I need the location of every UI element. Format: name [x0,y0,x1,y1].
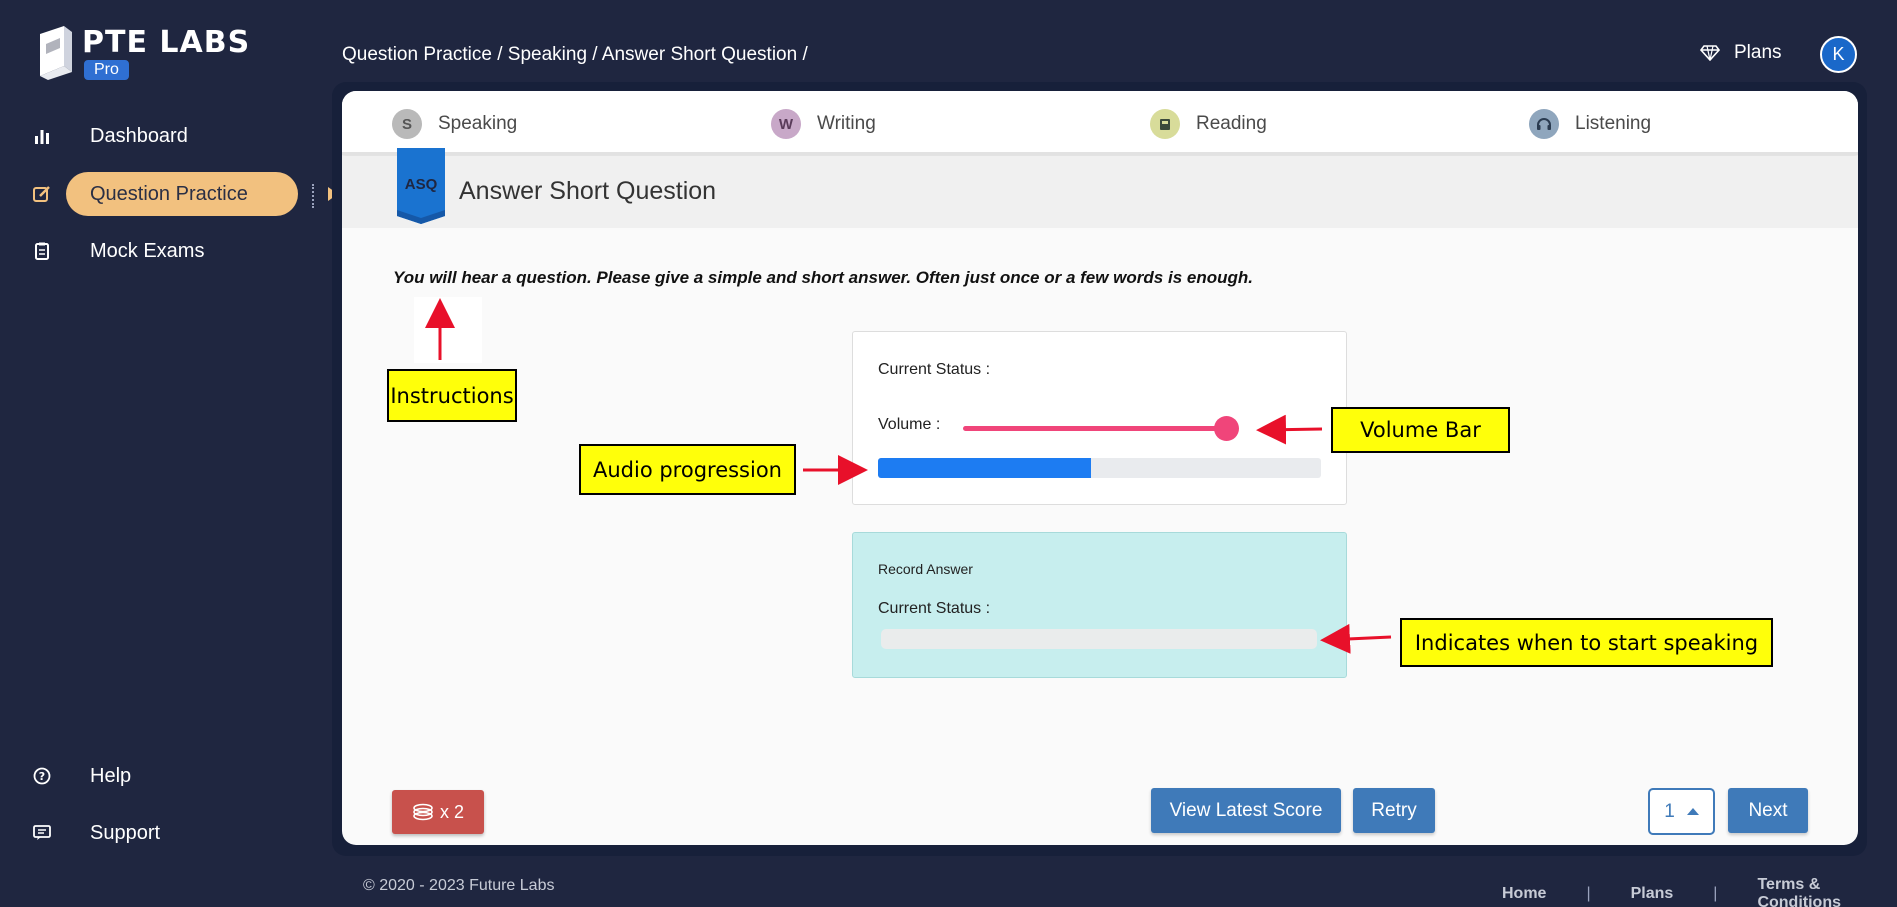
sidebar-item-label: Mock Exams [90,239,205,262]
tab-speaking[interactable]: S Speaking [392,109,517,139]
support-ticket-icon [33,824,51,842]
question-card: S Speaking W Writing Reading Listening A… [342,91,1858,845]
avatar[interactable]: K [1820,36,1857,73]
tab-reading[interactable]: Reading [1150,109,1267,139]
reading-icon [1150,109,1180,139]
footer-separator: | [1586,885,1591,902]
audio-status-label: Current Status : [878,361,991,378]
tab-label: Reading [1196,113,1267,134]
edit-icon [33,185,51,203]
audio-player-panel: Current Status : Volume : [852,331,1347,505]
headphones-icon [1529,109,1559,139]
plans-link[interactable]: Plans [1700,42,1782,64]
question-number-select[interactable]: 1 [1648,788,1715,835]
tab-listening[interactable]: Listening [1529,109,1651,139]
tab-label: Writing [817,113,876,134]
asq-badge-text: ASQ [405,176,438,193]
footer-link-plans[interactable]: Plans [1631,885,1674,903]
volume-slider-track[interactable] [963,426,1233,431]
brand-logo[interactable]: PTE LABS Pro [38,26,250,80]
sidebar-item-support[interactable]: Support [0,811,320,855]
volume-label: Volume : [878,416,941,433]
sidebar-item-label: Question Practice [90,182,248,205]
speaking-icon: S [392,109,422,139]
copyright-text: © 2020 - 2023 Future Labs [363,877,555,894]
audio-progress-fill [878,458,1091,478]
next-button[interactable]: Next [1728,788,1808,833]
view-latest-score-button[interactable]: View Latest Score [1151,788,1341,833]
annotation-audio-progression: Audio progression [579,444,796,495]
footer-separator: | [1713,885,1718,902]
coins-button[interactable]: x 2 [392,790,484,834]
record-progress-bar [881,629,1317,649]
audio-progress-bar [878,458,1321,478]
sidebar-item-question-practice[interactable]: Question Practice [0,172,320,216]
sidebar-item-label: Dashboard [90,124,188,147]
sidebar-item-label: Support [90,821,161,844]
annotation-instructions: Instructions [387,369,517,422]
retry-button[interactable]: Retry [1353,788,1435,833]
section-tabs: S Speaking W Writing Reading Listening [342,91,1858,155]
record-answer-title: Record Answer [878,561,973,577]
writing-icon: W [771,109,801,139]
record-answer-panel: Record Answer Current Status : [852,532,1347,678]
annotation-start-speaking: Indicates when to start speaking [1400,618,1773,667]
tab-writing[interactable]: W Writing [771,109,876,139]
sidebar-item-dashboard[interactable]: Dashboard [0,114,320,158]
pro-badge: Pro [84,60,129,80]
diamond-icon [1700,45,1720,61]
annotation-volume-bar: Volume Bar [1331,407,1510,453]
plans-label: Plans [1734,42,1782,63]
footer-link-home[interactable]: Home [1502,885,1546,903]
question-circle-icon: ? [33,767,51,785]
footer-links: Home | Plans | Terms & Conditions [1502,876,1897,907]
caret-up-icon [1686,808,1699,815]
sidebar-item-help[interactable]: ? Help [0,754,320,798]
book-logo-icon [40,26,72,80]
sidebar-item-label: Help [90,764,132,787]
instructions-text: You will hear a question. Please give a … [393,268,1253,287]
svg-text:?: ? [39,770,45,783]
sidebar-divider [312,184,314,208]
question-number-value: 1 [1664,800,1675,822]
footer-link-terms[interactable]: Terms & Conditions [1757,876,1897,907]
page-title: Answer Short Question [459,177,717,205]
sidebar-item-mock-exams[interactable]: Mock Exams [0,229,320,273]
clipboard-icon [33,242,51,260]
volume-slider-handle[interactable] [1214,416,1239,441]
coins-icon [413,803,433,821]
bar-chart-icon [33,127,51,145]
breadcrumb[interactable]: Question Practice / Speaking / Answer Sh… [342,44,808,66]
tab-label: Listening [1575,113,1652,134]
tab-label: Speaking [438,113,518,134]
record-status-label: Current Status : [878,600,991,617]
asq-ribbon-badge: ASQ [397,148,445,224]
brand-name: PTE LABS [82,25,251,60]
coins-count: x 2 [439,801,464,822]
